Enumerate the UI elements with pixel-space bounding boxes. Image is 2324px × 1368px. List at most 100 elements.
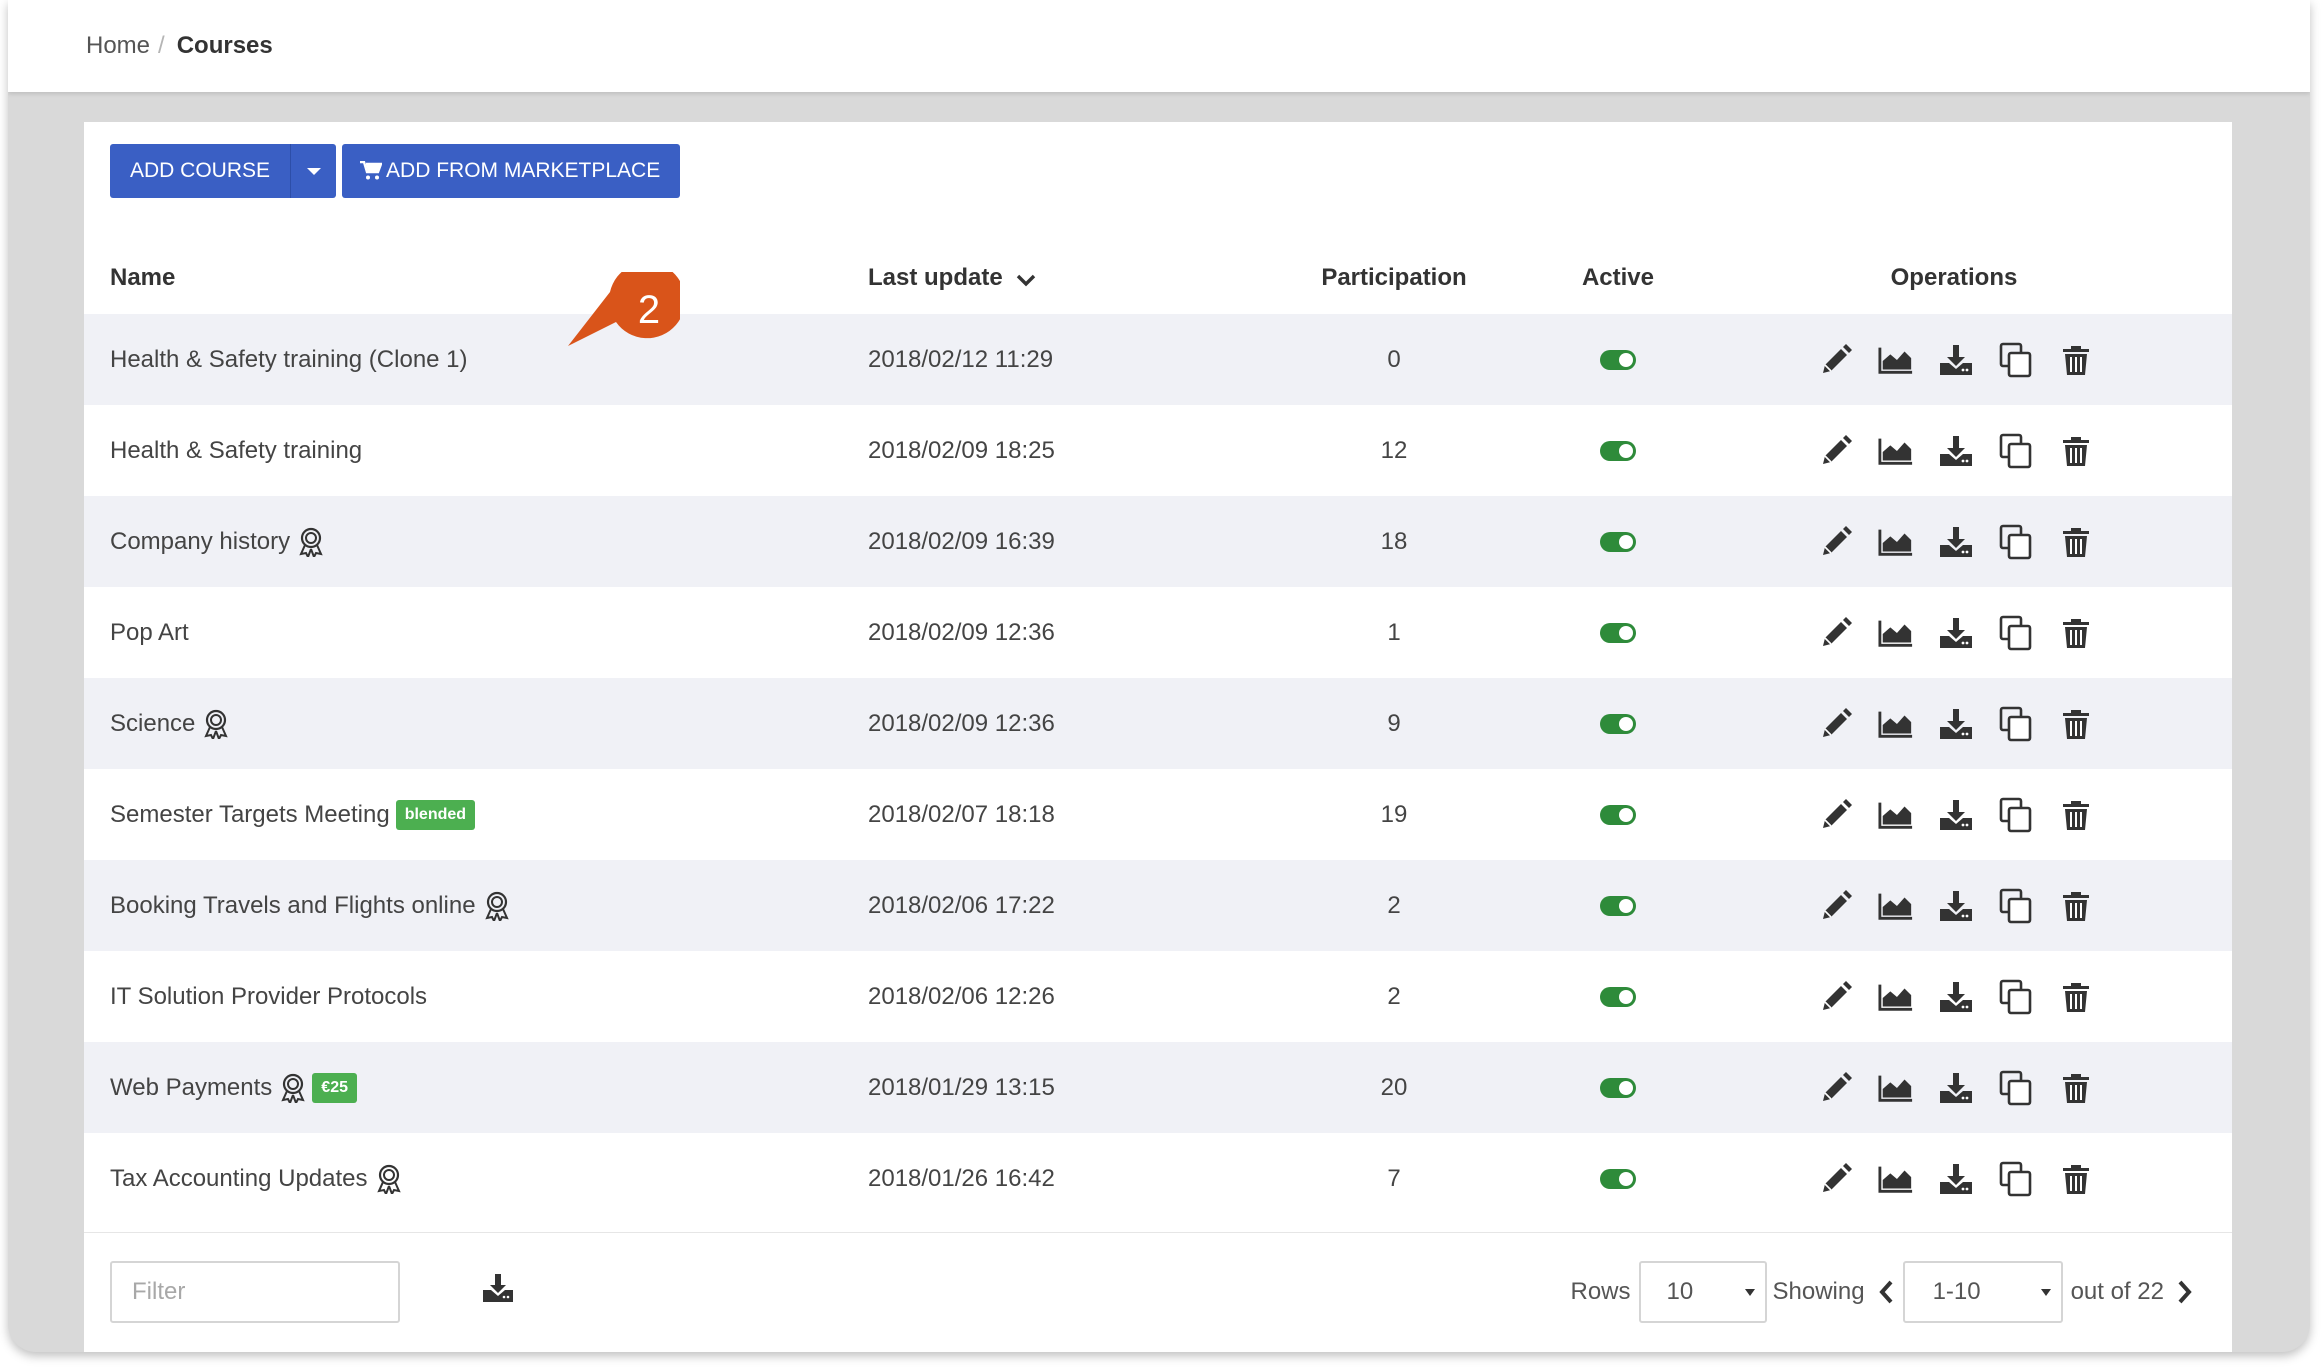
download-icon[interactable] bbox=[1938, 704, 1974, 744]
active-toggle[interactable] bbox=[1600, 895, 1636, 916]
download-icon[interactable] bbox=[1938, 340, 1974, 380]
copy-icon[interactable] bbox=[1998, 613, 2034, 653]
export-download-icon[interactable] bbox=[482, 1273, 514, 1308]
previous-page-icon[interactable] bbox=[1877, 1279, 1895, 1305]
course-name[interactable]: Booking Travels and Flights online bbox=[110, 892, 476, 920]
table-row[interactable]: Health & Safety training (Clone 1) 2018/0… bbox=[84, 314, 2232, 405]
trash-icon[interactable] bbox=[2058, 613, 2094, 653]
table-row[interactable]: Web Payments €25 2018/01/29 13:15 20 bbox=[84, 1042, 2232, 1133]
copy-icon[interactable] bbox=[1998, 522, 2034, 562]
chart-icon[interactable] bbox=[1878, 431, 1914, 471]
pencil-icon[interactable] bbox=[1818, 1068, 1854, 1108]
course-name[interactable]: IT Solution Provider Protocols bbox=[110, 983, 427, 1011]
add-from-marketplace-button[interactable]: ADD FROM MARKETPLACE bbox=[342, 144, 681, 198]
table-row[interactable]: IT Solution Provider Protocols 2018/02/06… bbox=[84, 951, 2232, 1042]
chart-icon[interactable] bbox=[1878, 1159, 1914, 1199]
copy-icon[interactable] bbox=[1998, 1068, 2034, 1108]
last-update-cell: 2018/02/12 11:29 bbox=[868, 345, 1054, 373]
course-name[interactable]: Tax Accounting Updates bbox=[110, 1165, 368, 1193]
download-icon[interactable] bbox=[1938, 977, 1974, 1017]
copy-icon[interactable] bbox=[1998, 704, 2034, 744]
pencil-icon[interactable] bbox=[1818, 340, 1854, 380]
copy-icon[interactable] bbox=[1998, 1159, 2034, 1199]
chart-icon[interactable] bbox=[1878, 340, 1914, 380]
active-toggle[interactable] bbox=[1600, 531, 1636, 552]
course-name[interactable]: Health & Safety training bbox=[110, 437, 362, 465]
chart-icon[interactable] bbox=[1878, 1068, 1914, 1108]
column-header-name[interactable]: Name bbox=[110, 252, 175, 304]
download-icon[interactable] bbox=[1938, 886, 1974, 926]
course-name[interactable]: Company history bbox=[110, 528, 290, 556]
add-from-marketplace-label: ADD FROM MARKETPLACE bbox=[386, 159, 661, 182]
filter-input[interactable] bbox=[110, 1261, 400, 1323]
courses-table-body: Health & Safety training (Clone 1) 2018/0… bbox=[84, 314, 2232, 1224]
page-range-select[interactable]: 1-10 bbox=[1902, 1261, 2063, 1323]
active-toggle[interactable] bbox=[1600, 1077, 1636, 1098]
active-cell bbox=[1570, 1042, 1666, 1133]
pencil-icon[interactable] bbox=[1818, 431, 1854, 471]
trash-icon[interactable] bbox=[2058, 340, 2094, 380]
active-toggle[interactable] bbox=[1600, 804, 1636, 825]
trash-icon[interactable] bbox=[2058, 1068, 2094, 1108]
active-toggle[interactable] bbox=[1600, 986, 1636, 1007]
copy-icon[interactable] bbox=[1998, 340, 2034, 380]
trash-icon[interactable] bbox=[2058, 886, 2094, 926]
table-row[interactable]: Pop Art 2018/02/09 12:36 1 bbox=[84, 587, 2232, 678]
active-toggle[interactable] bbox=[1600, 440, 1636, 461]
column-header-active[interactable]: Active bbox=[1558, 252, 1678, 304]
active-toggle[interactable] bbox=[1600, 622, 1636, 643]
trash-icon[interactable] bbox=[2058, 431, 2094, 471]
trash-icon[interactable] bbox=[2058, 522, 2094, 562]
copy-icon[interactable] bbox=[1998, 795, 2034, 835]
active-toggle[interactable] bbox=[1600, 1168, 1636, 1189]
pencil-icon[interactable] bbox=[1818, 886, 1854, 926]
download-icon[interactable] bbox=[1938, 1159, 1974, 1199]
download-icon[interactable] bbox=[1938, 795, 1974, 835]
copy-icon[interactable] bbox=[1998, 431, 2034, 471]
rows-per-page-select[interactable]: 10 bbox=[1638, 1261, 1767, 1323]
add-course-dropdown-button[interactable] bbox=[290, 144, 337, 198]
chart-icon[interactable] bbox=[1878, 704, 1914, 744]
active-toggle[interactable] bbox=[1600, 349, 1636, 370]
column-header-last-update[interactable]: Last update bbox=[868, 252, 1039, 304]
table-row[interactable]: Booking Travels and Flights online 2018/0… bbox=[84, 860, 2232, 951]
copy-icon[interactable] bbox=[1998, 886, 2034, 926]
trash-icon[interactable] bbox=[2058, 977, 2094, 1017]
course-name[interactable]: Science bbox=[110, 710, 195, 738]
pencil-icon[interactable] bbox=[1818, 704, 1854, 744]
course-name[interactable]: Semester Targets Meeting bbox=[110, 801, 390, 829]
breadcrumb-home[interactable]: Home bbox=[86, 32, 150, 60]
table-row[interactable]: Science 2018/02/09 12:36 9 bbox=[84, 678, 2232, 769]
chart-icon[interactable] bbox=[1878, 522, 1914, 562]
table-row[interactable]: Semester Targets Meeting blended 2018/02/0… bbox=[84, 769, 2232, 860]
chart-icon[interactable] bbox=[1878, 613, 1914, 653]
chart-icon[interactable] bbox=[1878, 977, 1914, 1017]
download-icon[interactable] bbox=[1938, 431, 1974, 471]
course-name[interactable]: Pop Art bbox=[110, 619, 189, 647]
copy-icon[interactable] bbox=[1998, 977, 2034, 1017]
app-frame: Home / Courses ADD COURSE ADD FROM MARKE… bbox=[8, 0, 2310, 1352]
add-course-button[interactable]: ADD COURSE bbox=[110, 144, 291, 198]
table-row[interactable]: Health & Safety training 2018/02/09 18:25… bbox=[84, 405, 2232, 496]
pencil-icon[interactable] bbox=[1818, 522, 1854, 562]
column-header-participation[interactable]: Participation bbox=[1304, 252, 1484, 304]
chart-icon[interactable] bbox=[1878, 886, 1914, 926]
pencil-icon[interactable] bbox=[1818, 1159, 1854, 1199]
chart-icon[interactable] bbox=[1878, 795, 1914, 835]
pencil-icon[interactable] bbox=[1818, 977, 1854, 1017]
course-name[interactable]: Web Payments bbox=[110, 1074, 272, 1102]
table-row[interactable]: Tax Accounting Updates 2018/01/26 16:42 7 bbox=[84, 1133, 2232, 1224]
download-icon[interactable] bbox=[1938, 613, 1974, 653]
table-row[interactable]: Company history 2018/02/09 16:39 18 bbox=[84, 496, 2232, 587]
download-icon[interactable] bbox=[1938, 1068, 1974, 1108]
download-icon[interactable] bbox=[1938, 522, 1974, 562]
pencil-icon[interactable] bbox=[1818, 795, 1854, 835]
trash-icon[interactable] bbox=[2058, 704, 2094, 744]
pencil-icon[interactable] bbox=[1818, 613, 1854, 653]
active-toggle[interactable] bbox=[1600, 713, 1636, 734]
next-page-icon[interactable] bbox=[2176, 1279, 2194, 1305]
trash-icon[interactable] bbox=[2058, 1159, 2094, 1199]
course-name[interactable]: Health & Safety training (Clone 1) bbox=[110, 346, 468, 374]
active-cell bbox=[1570, 496, 1666, 587]
trash-icon[interactable] bbox=[2058, 795, 2094, 835]
